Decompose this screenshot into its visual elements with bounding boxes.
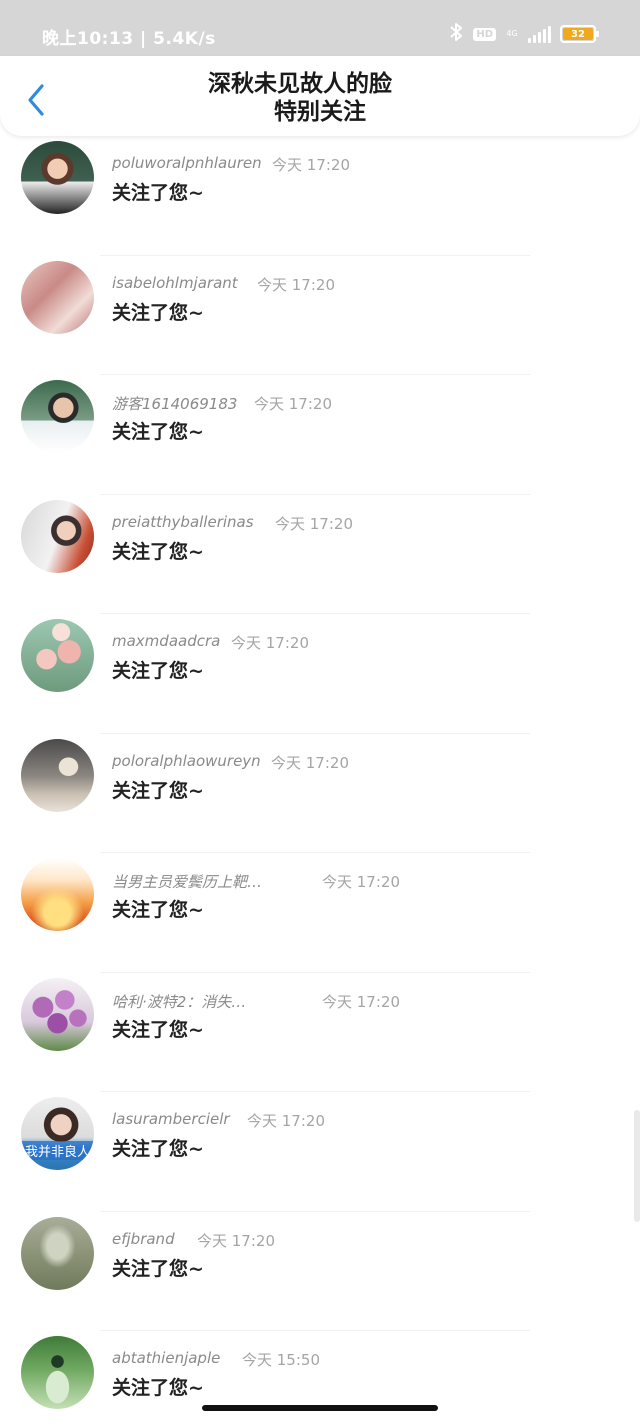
list-item[interactable]: isabelohlmjarant 今天 17:20 关注了您~	[0, 256, 640, 375]
scrollbar[interactable]	[634, 1110, 640, 1222]
avatar[interactable]	[21, 1216, 94, 1290]
message-text: 关注了您~	[112, 899, 204, 921]
timestamp: 今天 17:20	[247, 1112, 325, 1130]
message-text: 关注了您~	[112, 660, 204, 682]
timestamp: 今天 17:20	[231, 634, 309, 652]
username[interactable]: poloralphlaowureyn	[112, 752, 261, 770]
status-time-speed: 晚上10:13 | 5.4K/s	[42, 29, 216, 49]
battery-icon: 32	[560, 25, 599, 43]
list-item[interactable]: efjbrand 今天 17:20 关注了您~	[0, 1212, 640, 1331]
status-icons: HD 4G 32	[448, 22, 599, 46]
message-text: 关注了您~	[112, 1377, 204, 1399]
message-text: 关注了您~	[112, 779, 204, 802]
message-text: 关注了您~	[112, 1257, 204, 1280]
username[interactable]: 当男主员爱鬓历上靶…	[112, 871, 262, 892]
username[interactable]: poluworalpnhlauren	[112, 154, 262, 172]
hd-icon: HD	[473, 27, 496, 41]
username[interactable]: 哈利·波特2：消失…	[112, 991, 246, 1012]
battery-percent: 32	[571, 28, 585, 40]
battery-level: 32	[563, 28, 593, 40]
signal-icon	[528, 25, 551, 43]
avatar[interactable]	[21, 858, 94, 931]
list-item[interactable]: 当男主员爱鬓历上靶… 今天 17:20 关注了您~	[0, 853, 640, 973]
timestamp: 今天 17:20	[275, 514, 353, 533]
avatar[interactable]	[21, 738, 94, 812]
list-item[interactable]: maxmdaadcra 今天 17:20 关注了您~	[0, 614, 640, 734]
timestamp: 今天 15:50	[242, 1351, 320, 1369]
username[interactable]: isabelohlmjarant	[112, 274, 238, 292]
username[interactable]: efjbrand	[112, 1230, 175, 1248]
username[interactable]: abtathienjaple	[112, 1349, 220, 1367]
message-text: 关注了您~	[112, 182, 204, 204]
username[interactable]: preiatthyballerinas	[112, 513, 254, 531]
timestamp: 今天 17:20	[257, 275, 335, 294]
avatar[interactable]	[21, 1336, 94, 1409]
list-item[interactable]: poloralphlaowureyn 今天 17:20 关注了您~	[0, 734, 640, 853]
network-label: 4G	[506, 29, 518, 38]
timestamp: 今天 17:20	[322, 873, 400, 891]
list-item[interactable]: 游客1614069183 今天 17:20 关注了您~	[0, 375, 640, 495]
status-bar: 晚上10:13 | 5.4K/s HD 4G 32	[0, 0, 640, 56]
timestamp: 今天 17:20	[254, 395, 332, 413]
list-item[interactable]: poluworalpnhlauren 今天 17:20 关注了您~	[0, 136, 640, 256]
list-item[interactable]: 我并非良人 lasurambercielr 今天 17:20 关注了您~	[0, 1092, 640, 1212]
message-text: 关注了您~	[112, 1018, 204, 1041]
avatar[interactable]	[21, 499, 94, 573]
timestamp: 今天 17:20	[272, 156, 350, 174]
avatar[interactable]	[21, 380, 94, 453]
home-indicator[interactable]	[202, 1405, 438, 1411]
timestamp: 今天 17:20	[197, 1231, 275, 1250]
username[interactable]: 游客1614069183	[112, 393, 237, 414]
avatar[interactable]	[21, 619, 94, 692]
notification-list: poluworalpnhlauren 今天 17:20 关注了您~ isabel…	[0, 136, 640, 1422]
bluetooth-icon	[448, 22, 464, 46]
message-text: 关注了您~	[112, 1138, 204, 1160]
avatar-caption: 我并非良人	[21, 1141, 94, 1160]
username[interactable]: lasurambercielr	[112, 1110, 230, 1128]
message-text: 关注了您~	[112, 421, 204, 443]
message-text: 关注了您~	[112, 301, 204, 324]
avatar[interactable]	[21, 977, 94, 1051]
header: 深秋未见故人的脸 特别关注	[0, 56, 640, 136]
timestamp: 今天 17:20	[322, 992, 400, 1011]
avatar[interactable]	[21, 260, 94, 334]
list-item[interactable]: preiatthyballerinas 今天 17:20 关注了您~	[0, 495, 640, 614]
avatar[interactable]	[21, 141, 94, 214]
avatar[interactable]: 我并非良人	[21, 1097, 94, 1170]
message-text: 关注了您~	[112, 540, 204, 563]
page-subtitle: 特别关注	[274, 99, 366, 125]
username[interactable]: maxmdaadcra	[112, 632, 220, 650]
list-item[interactable]: 哈利·波特2：消失… 今天 17:20 关注了您~	[0, 973, 640, 1092]
timestamp: 今天 17:20	[271, 753, 349, 772]
